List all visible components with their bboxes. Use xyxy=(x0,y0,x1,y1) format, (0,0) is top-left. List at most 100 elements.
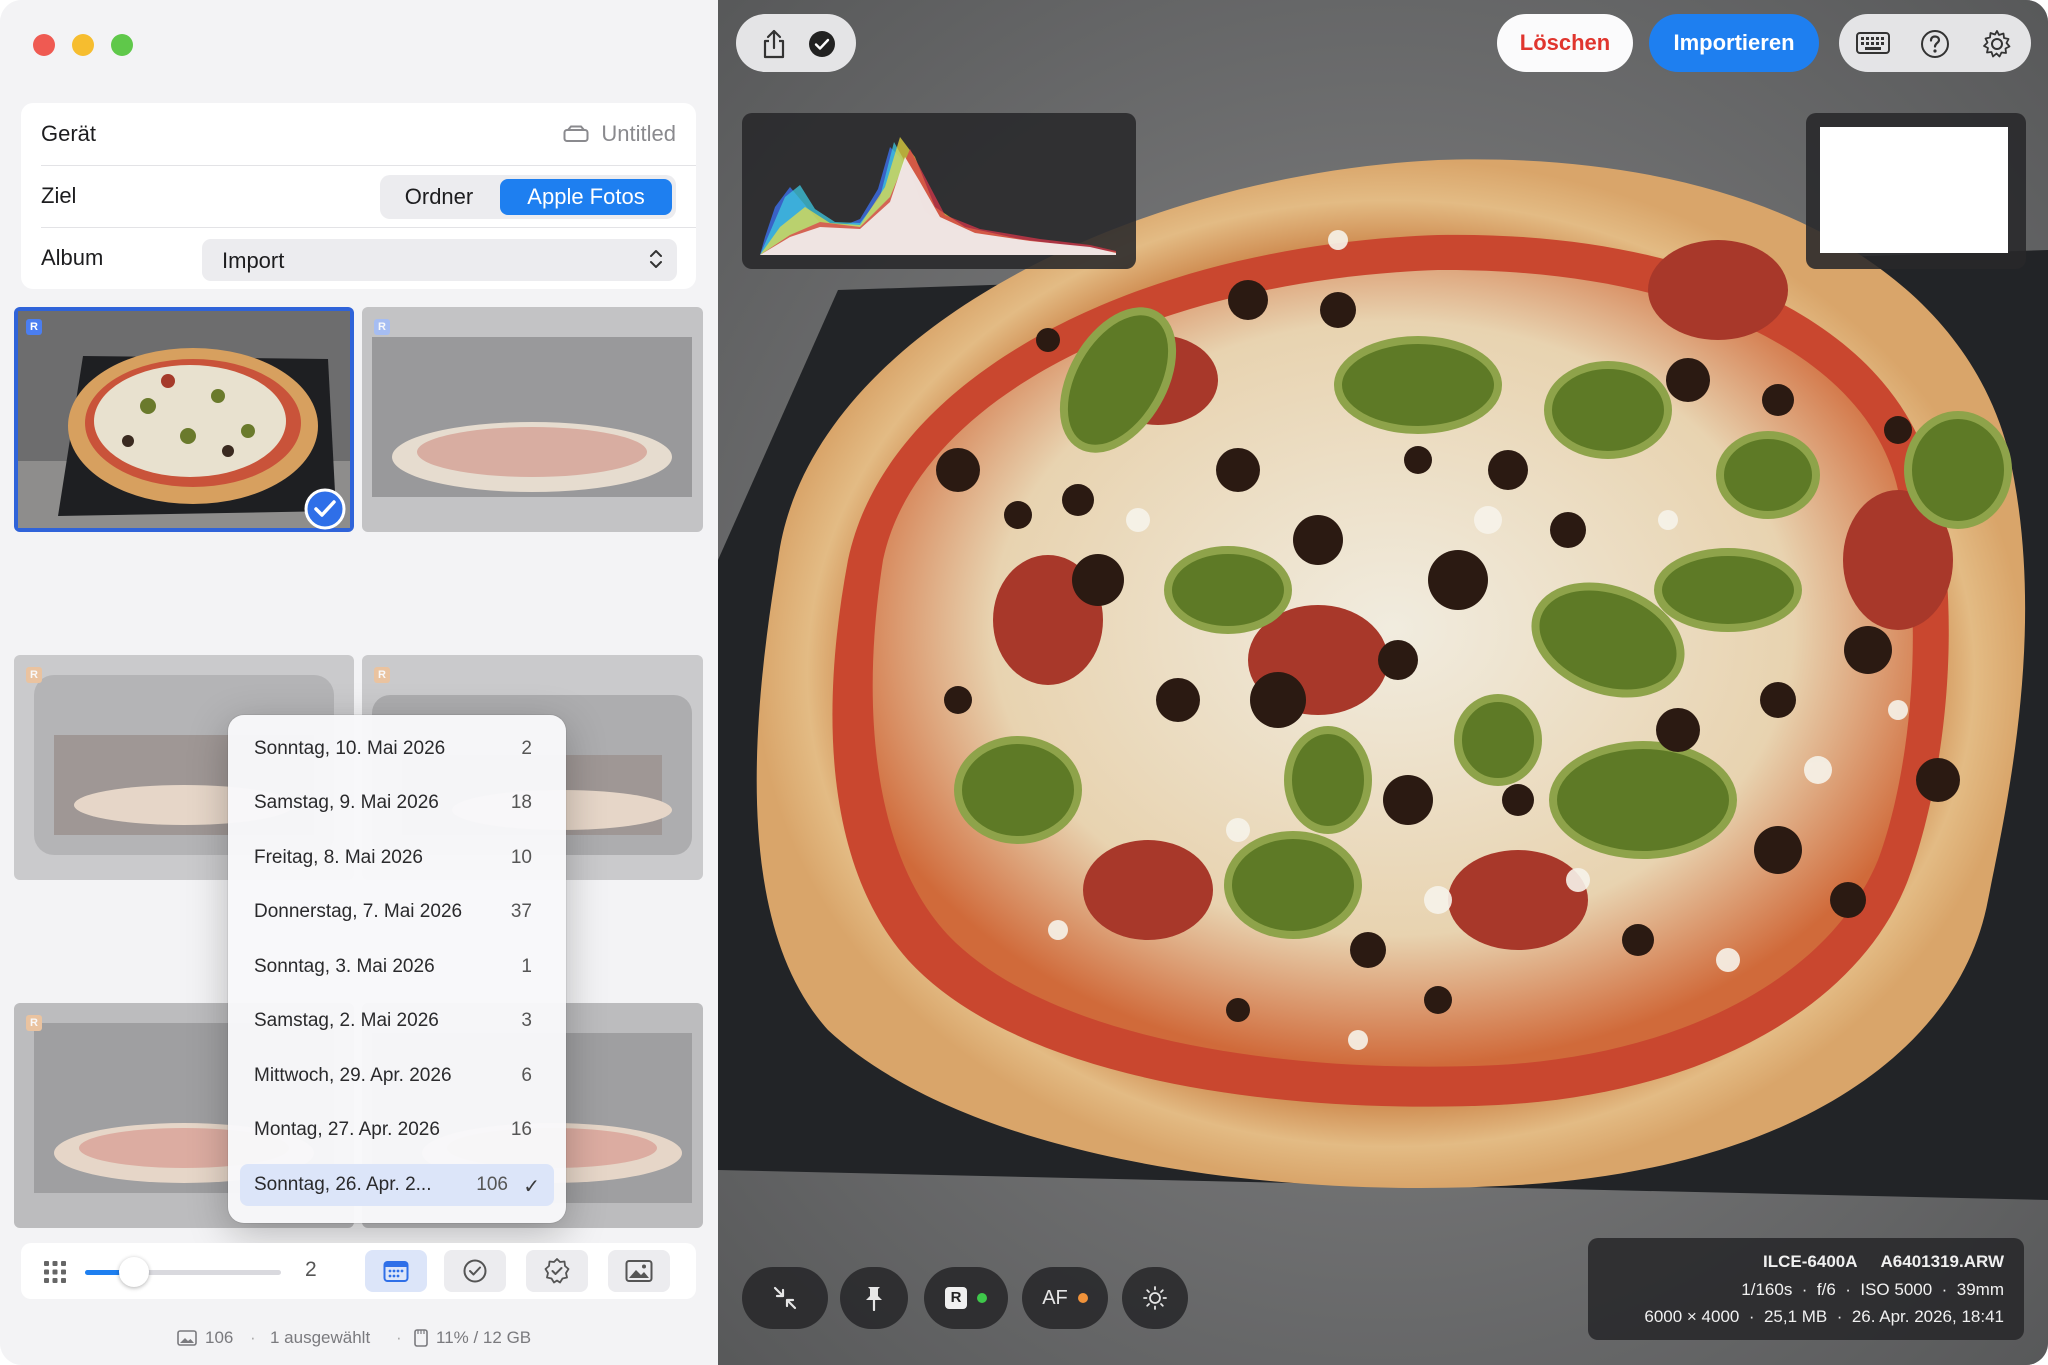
date-menu-item[interactable]: Sonntag, 3. Mai 2026 1 xyxy=(240,946,554,988)
date-menu-item[interactable]: Mittwoch, 29. Apr. 2026 6 xyxy=(240,1055,554,1097)
album-popup-button[interactable]: Import xyxy=(202,239,677,281)
date-menu-item[interactable]: Sonntag, 10. Mai 2026 2 xyxy=(240,728,554,770)
grid-controls-bar: 2 xyxy=(21,1243,696,1299)
navigator-viewport xyxy=(1820,127,2008,253)
pizza-thumbnail-image xyxy=(18,311,350,528)
filter-photos-button[interactable] xyxy=(608,1250,670,1292)
album-value: Import xyxy=(222,248,285,273)
device-value: Untitled xyxy=(601,121,676,146)
fit-view-button[interactable] xyxy=(742,1267,828,1329)
date-count: 18 xyxy=(510,792,532,813)
import-settings-panel: Gerät Untitled Ziel Ordner Apple Fotos A… xyxy=(21,103,696,289)
device-selector[interactable]: Untitled xyxy=(563,121,676,147)
import-button[interactable]: Importieren xyxy=(1649,14,1819,72)
share-toolbar xyxy=(736,14,856,72)
sun-icon xyxy=(1143,1286,1167,1310)
date-menu-item[interactable]: Samstag, 9. Mai 2026 18 xyxy=(240,782,554,824)
oven-thumbnail-image xyxy=(362,307,703,532)
date-count: 37 xyxy=(510,901,532,922)
raw-badge-icon: R xyxy=(945,1287,967,1309)
info-line-camera: ILCE-6400A A6401319.ARW xyxy=(1763,1252,2004,1272)
navigator-panel[interactable] xyxy=(1806,113,2026,269)
settings-icon[interactable] xyxy=(1982,29,2012,59)
iso: ISO 5000 xyxy=(1860,1280,1933,1299)
date-menu-item[interactable]: Freitag, 8. Mai 2026 10 xyxy=(240,837,554,879)
target-option-apple-photos[interactable]: Apple Fotos xyxy=(500,179,672,215)
disk-icon xyxy=(414,1329,428,1347)
aperture: f/6 xyxy=(1816,1280,1836,1299)
info-line-exposure: 1/160s · f/6 · ISO 5000 · 39mm xyxy=(1741,1280,2004,1299)
date-label: Samstag, 2. Mai 2026 xyxy=(254,1010,439,1031)
date-count: 1 xyxy=(521,956,532,977)
zoom-window-button[interactable] xyxy=(111,34,133,56)
minimize-window-button[interactable] xyxy=(72,34,94,56)
date-count: 2 xyxy=(521,738,532,759)
separator-dot: · xyxy=(250,1328,256,1347)
shutter-speed: 1/160s xyxy=(1741,1280,1793,1299)
pin-button[interactable] xyxy=(840,1267,908,1329)
device-label: Gerät xyxy=(41,121,97,146)
exposure-button[interactable] xyxy=(1122,1267,1188,1329)
photo-count: 106 xyxy=(177,1328,233,1348)
date-menu-item-selected[interactable]: Sonntag, 26. Apr. 2... 106 ✓ xyxy=(240,1164,554,1206)
photo-info-panel: ILCE-6400A A6401319.ARW 1/160s · f/6 · I… xyxy=(1588,1238,2024,1340)
album-label: Album xyxy=(41,245,104,270)
date-menu-item[interactable]: Montag, 27. Apr. 2026 16 xyxy=(240,1109,554,1151)
histogram-panel xyxy=(742,113,1136,269)
utility-toolbar xyxy=(1839,14,2031,72)
collapse-icon xyxy=(773,1286,797,1310)
raw-badge: R xyxy=(26,319,42,335)
target-label: Ziel xyxy=(41,183,77,208)
status-bar: 106 · 1 ausgewählt · 11% / 12 GB xyxy=(0,1328,718,1352)
date-menu-item[interactable]: Donnerstag, 7. Mai 2026 37 xyxy=(240,891,554,933)
date-filter-menu: Sonntag, 10. Mai 2026 2 Samstag, 9. Mai 2… xyxy=(228,715,566,1223)
target-option-folder[interactable]: Ordner xyxy=(384,179,494,215)
check-circle-icon[interactable] xyxy=(808,30,836,58)
date-count: 10 xyxy=(510,847,532,868)
keyboard-icon[interactable] xyxy=(1856,32,1890,54)
filter-imported-button[interactable] xyxy=(526,1250,588,1292)
grid-icon[interactable] xyxy=(43,1260,67,1284)
file-size: 25,1 MB xyxy=(1763,1307,1828,1326)
image-icon xyxy=(625,1260,653,1282)
check-circle-icon xyxy=(463,1259,487,1283)
date-label: Mittwoch, 29. Apr. 2026 xyxy=(254,1065,452,1086)
autofocus-toggle-button[interactable]: AF xyxy=(1022,1267,1108,1329)
share-icon[interactable] xyxy=(760,29,788,59)
thumbnail[interactable]: R xyxy=(362,307,703,532)
storage-value: 11% / 12 GB xyxy=(436,1328,532,1347)
checkmark-icon: ✓ xyxy=(523,1176,540,1198)
thumbnail-selected[interactable]: R xyxy=(14,307,354,532)
image-dimensions: 6000 × 4000 xyxy=(1644,1307,1740,1326)
drive-icon xyxy=(563,125,589,142)
selected-count: 1 ausgewählt xyxy=(270,1328,371,1347)
sidebar: Gerät Untitled Ziel Ordner Apple Fotos A… xyxy=(0,0,718,1365)
close-window-button[interactable] xyxy=(33,34,55,56)
date-label: Freitag, 8. Mai 2026 xyxy=(254,847,423,868)
photo-viewer: Löschen Importieren R AF ILCE-6400A A640… xyxy=(718,0,2048,1365)
date-label: Montag, 27. Apr. 2026 xyxy=(254,1119,440,1140)
chevron-up-down-icon xyxy=(650,250,662,268)
filter-selected-button[interactable] xyxy=(444,1250,506,1292)
thumbnail-size-slider-knob[interactable] xyxy=(119,1257,149,1287)
af-label: AF xyxy=(1042,1286,1068,1309)
date-label: Sonntag, 10. Mai 2026 xyxy=(254,738,446,759)
delete-button[interactable]: Löschen xyxy=(1497,14,1633,72)
storage-info: 11% / 12 GB xyxy=(414,1328,531,1348)
info-line-file: 6000 × 4000 · 25,1 MB · 26. Apr. 2026, 1… xyxy=(1644,1307,2004,1326)
pin-icon xyxy=(866,1287,882,1311)
calendar-icon xyxy=(383,1261,409,1282)
raw-badge: R xyxy=(26,667,42,683)
date-filter-button[interactable] xyxy=(365,1250,427,1292)
raw-toggle-button[interactable]: R xyxy=(924,1267,1008,1329)
help-icon[interactable] xyxy=(1920,29,1950,59)
date-count: 6 xyxy=(521,1065,532,1086)
selected-check-icon xyxy=(304,488,346,530)
date-label: Sonntag, 3. Mai 2026 xyxy=(254,956,435,977)
date-menu-item[interactable]: Samstag, 2. Mai 2026 3 xyxy=(240,1000,554,1042)
date-label: Sonntag, 26. Apr. 2... xyxy=(254,1174,432,1195)
histogram-chart xyxy=(760,137,1116,255)
raw-badge: R xyxy=(374,667,390,683)
badge-check-icon xyxy=(544,1258,570,1284)
date-count: 16 xyxy=(510,1119,532,1140)
